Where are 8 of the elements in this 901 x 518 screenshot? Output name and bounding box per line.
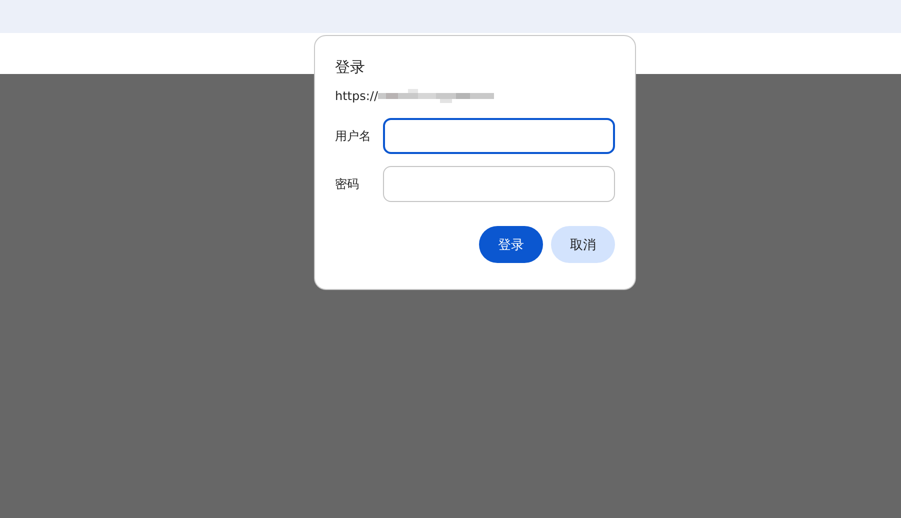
cancel-button[interactable]: 取消 [551,226,615,263]
site-url: https:// [335,89,378,103]
input-field[interactable] [383,118,615,154]
dialog-title: 登录 [335,58,366,77]
login-button[interactable]: 登录 [479,226,543,263]
input-field[interactable] [383,166,615,202]
field-label: 用户名 [335,128,372,144]
field-label: 密码 [335,176,360,192]
